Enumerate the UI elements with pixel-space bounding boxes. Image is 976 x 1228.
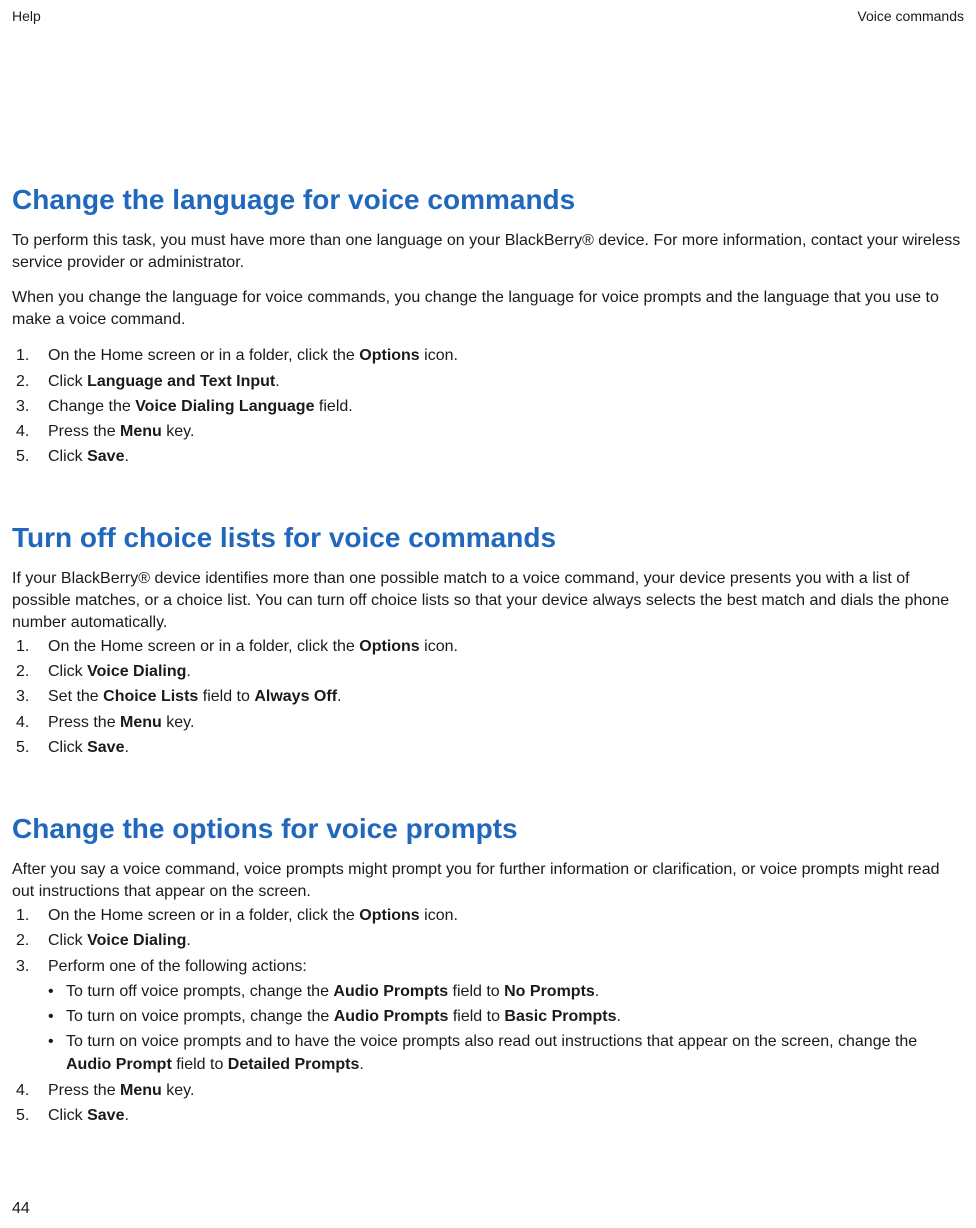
step-item: Click Language and Text Input. bbox=[12, 370, 964, 393]
section-title-1: Change the language for voice commands bbox=[12, 184, 964, 216]
section-title-3: Change the options for voice prompts bbox=[12, 813, 964, 845]
step-item: Change the Voice Dialing Language field. bbox=[12, 395, 964, 418]
section-2-steps: On the Home screen or in a folder, click… bbox=[12, 635, 964, 759]
step-item: Perform one of the following actions: To… bbox=[12, 955, 964, 1077]
step-item: Set the Choice Lists field to Always Off… bbox=[12, 685, 964, 708]
step-item: Press the Menu key. bbox=[12, 1079, 964, 1102]
sublist-item: To turn on voice prompts and to have the… bbox=[48, 1030, 964, 1076]
step-item: Click Voice Dialing. bbox=[12, 660, 964, 683]
sublist-item: To turn off voice prompts, change the Au… bbox=[48, 980, 964, 1003]
section-1-steps: On the Home screen or in a folder, click… bbox=[12, 344, 964, 468]
step-item: On the Home screen or in a folder, click… bbox=[12, 344, 964, 367]
step-item: On the Home screen or in a folder, click… bbox=[12, 904, 964, 927]
sublist-item: To turn on voice prompts, change the Aud… bbox=[48, 1005, 964, 1028]
page-number: 44 bbox=[12, 1200, 30, 1218]
section-3-intro-1: After you say a voice command, voice pro… bbox=[12, 859, 964, 902]
step-item: On the Home screen or in a folder, click… bbox=[12, 635, 964, 658]
section-3-sublist: To turn off voice prompts, change the Au… bbox=[48, 980, 964, 1077]
header-left: Help bbox=[12, 8, 41, 24]
step-item: Click Voice Dialing. bbox=[12, 929, 964, 952]
section-1-intro-1: To perform this task, you must have more… bbox=[12, 230, 964, 273]
header-right: Voice commands bbox=[857, 8, 964, 24]
step-item: Click Save. bbox=[12, 1104, 964, 1127]
section-title-2: Turn off choice lists for voice commands bbox=[12, 522, 964, 554]
page-header: Help Voice commands bbox=[12, 8, 964, 24]
step-item: Click Save. bbox=[12, 736, 964, 759]
section-3-steps: On the Home screen or in a folder, click… bbox=[12, 904, 964, 1127]
step-item: Click Save. bbox=[12, 445, 964, 468]
step-item: Press the Menu key. bbox=[12, 711, 964, 734]
section-1-intro-2: When you change the language for voice c… bbox=[12, 287, 964, 330]
page-content: Change the language for voice commands T… bbox=[12, 24, 964, 1127]
step-item: Press the Menu key. bbox=[12, 420, 964, 443]
section-2-intro-1: If your BlackBerry® device identifies mo… bbox=[12, 568, 964, 633]
